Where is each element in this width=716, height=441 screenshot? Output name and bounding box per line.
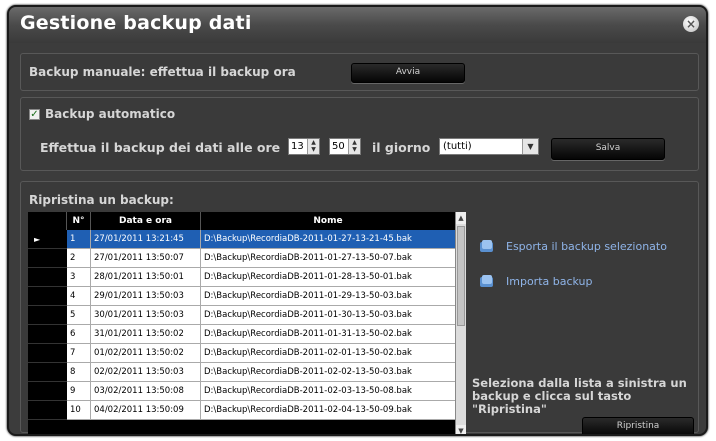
- row-date-cell: 28/01/2011 13:50:01: [91, 268, 201, 287]
- export-icon: [479, 239, 495, 253]
- row-header[interactable]: [28, 382, 67, 401]
- row-header[interactable]: [28, 268, 67, 287]
- row-date-cell: 31/01/2011 13:50:02: [91, 325, 201, 344]
- import-icon: [479, 274, 495, 288]
- manual-backup-panel: Backup manuale: effettua il backup ora A…: [20, 53, 699, 91]
- row-date-cell: 02/02/2011 13:50:03: [91, 363, 201, 382]
- schedule-label: Effettua il backup dei dati alle ore: [40, 140, 281, 155]
- row-number-cell: 1: [67, 230, 91, 249]
- hour-stepper[interactable]: 13 ▲ ▼: [288, 138, 320, 155]
- row-number-cell: 8: [67, 363, 91, 382]
- row-date-cell: 27/01/2011 13:50:07: [91, 249, 201, 268]
- table-row[interactable]: 6 31/01/2011 13:50:02 D:\Backup\RecordiaDB…: [28, 325, 456, 344]
- row-date-cell: 30/01/2011 13:50:03: [91, 306, 201, 325]
- table-row[interactable]: 9 03/02/2011 13:50:08 D:\Backup\RecordiaDB…: [28, 382, 456, 401]
- title-bar: Gestione backup dati ×: [9, 7, 706, 43]
- import-backup-label[interactable]: Importa backup: [506, 275, 593, 288]
- table-row[interactable]: 3 28/01/2011 13:50:01 D:\Backup\RecordiaDB…: [28, 268, 456, 287]
- table-row[interactable]: 4 29/01/2011 13:50:03 D:\Backup\RecordiaDB…: [28, 287, 456, 306]
- row-header[interactable]: [28, 306, 67, 325]
- row-name-cell: D:\Backup\RecordiaDB-2011-01-28-13-50-01…: [201, 268, 456, 287]
- backup-table[interactable]: N° Data e ora Nome ► 1 27/01/2011 13:21:45…: [28, 212, 466, 434]
- row-date-cell: 01/02/2011 13:50:02: [91, 344, 201, 363]
- row-header[interactable]: [28, 401, 67, 420]
- row-name-cell: D:\Backup\RecordiaDB-2011-02-01-13-50-02…: [201, 344, 456, 363]
- backup-window: Gestione backup dati × Backup manuale: e…: [7, 5, 708, 436]
- start-backup-button[interactable]: Avvia: [351, 63, 465, 83]
- row-name-cell: D:\Backup\RecordiaDB-2011-01-29-13-50-03…: [201, 287, 456, 306]
- chevron-down-icon[interactable]: ▼: [522, 139, 538, 154]
- table-row[interactable]: 5 30/01/2011 13:50:03 D:\Backup\RecordiaDB…: [28, 306, 456, 325]
- export-backup-label[interactable]: Esporta il backup selezionato: [506, 240, 667, 253]
- row-number-cell: 10: [67, 401, 91, 420]
- row-name-cell: D:\Backup\RecordiaDB-2011-02-04-13-50-09…: [201, 401, 456, 420]
- row-number-cell: 5: [67, 306, 91, 325]
- row-name-cell: D:\Backup\RecordiaDB-2011-01-31-13-50-02…: [201, 325, 456, 344]
- row-number-cell: 6: [67, 325, 91, 344]
- restore-button[interactable]: Ripristina: [582, 417, 694, 434]
- minute-spin-icon[interactable]: ▲ ▼: [348, 139, 360, 154]
- row-header[interactable]: [28, 344, 67, 363]
- day-select[interactable]: (tutti) ▼: [439, 138, 539, 155]
- row-name-cell: D:\Backup\RecordiaDB-2011-02-03-13-50-08…: [201, 382, 456, 401]
- table-row[interactable]: 2 27/01/2011 13:50:07 D:\Backup\RecordiaDB…: [28, 249, 456, 268]
- row-date-cell: 29/01/2011 13:50:03: [91, 287, 201, 306]
- window-title: Gestione backup dati: [20, 12, 252, 34]
- scroll-thumb[interactable]: [457, 226, 465, 326]
- row-name-cell: D:\Backup\RecordiaDB-2011-02-02-13-50-03…: [201, 363, 456, 382]
- row-header[interactable]: [28, 249, 67, 268]
- column-header-name[interactable]: Nome: [201, 212, 456, 230]
- hour-value: 13: [291, 141, 304, 152]
- column-header-date[interactable]: Data e ora: [91, 212, 201, 230]
- auto-backup-label: Backup automatico: [45, 107, 176, 121]
- row-header[interactable]: [28, 287, 67, 306]
- restore-title: Ripristina un backup:: [29, 193, 174, 207]
- row-date-cell: 04/02/2011 13:50:09: [91, 401, 201, 420]
- manual-backup-label: Backup manuale: effettua il backup ora: [29, 65, 296, 79]
- minute-stepper[interactable]: 50 ▲ ▼: [329, 138, 361, 155]
- row-number-cell: 7: [67, 344, 91, 363]
- export-backup-action[interactable]: Esporta il backup selezionato: [479, 239, 667, 253]
- table-header: N° Data e ora Nome: [28, 212, 456, 230]
- row-name-cell: D:\Backup\RecordiaDB-2011-01-27-13-50-07…: [201, 249, 456, 268]
- row-name-cell: D:\Backup\RecordiaDB-2011-01-30-13-50-03…: [201, 306, 456, 325]
- close-icon[interactable]: ×: [683, 16, 699, 32]
- row-name-cell: D:\Backup\RecordiaDB-2011-01-27-13-21-45…: [201, 230, 456, 249]
- column-header-number[interactable]: N°: [67, 212, 91, 230]
- row-header[interactable]: [28, 325, 67, 344]
- save-button[interactable]: Salva: [551, 138, 665, 160]
- auto-backup-checkbox[interactable]: ✓: [29, 109, 40, 120]
- row-number-cell: 3: [67, 268, 91, 287]
- day-label: il giorno: [372, 140, 431, 155]
- auto-backup-panel: ✓ Backup automatico Effettua il backup d…: [20, 97, 699, 171]
- table-row[interactable]: 8 02/02/2011 13:50:03 D:\Backup\RecordiaDB…: [28, 363, 456, 382]
- current-row-indicator-icon[interactable]: ►: [28, 230, 67, 249]
- row-header[interactable]: [28, 363, 67, 382]
- row-date-cell: 27/01/2011 13:21:45: [91, 230, 201, 249]
- table-row[interactable]: ► 1 27/01/2011 13:21:45 D:\Backup\RecordiaD…: [28, 230, 456, 249]
- header-corner: [28, 212, 67, 230]
- table-row[interactable]: 7 01/02/2011 13:50:02 D:\Backup\RecordiaDB…: [28, 344, 456, 363]
- row-number-cell: 2: [67, 249, 91, 268]
- row-number-cell: 4: [67, 287, 91, 306]
- row-date-cell: 03/02/2011 13:50:08: [91, 382, 201, 401]
- table-scrollbar[interactable]: ▲ ▼: [455, 212, 466, 434]
- hour-spin-icon[interactable]: ▲ ▼: [307, 139, 319, 154]
- scroll-up-icon[interactable]: ▲: [456, 212, 466, 224]
- day-select-value: (tutti): [443, 141, 472, 152]
- import-backup-action[interactable]: Importa backup: [479, 274, 593, 288]
- table-row[interactable]: 10 04/02/2011 13:50:09 D:\Backup\RecordiaD…: [28, 401, 456, 420]
- minute-value: 50: [332, 141, 345, 152]
- restore-instructions: Seleziona dalla lista a sinistra un back…: [472, 376, 687, 416]
- row-number-cell: 9: [67, 382, 91, 401]
- scroll-down-icon[interactable]: ▼: [456, 425, 466, 434]
